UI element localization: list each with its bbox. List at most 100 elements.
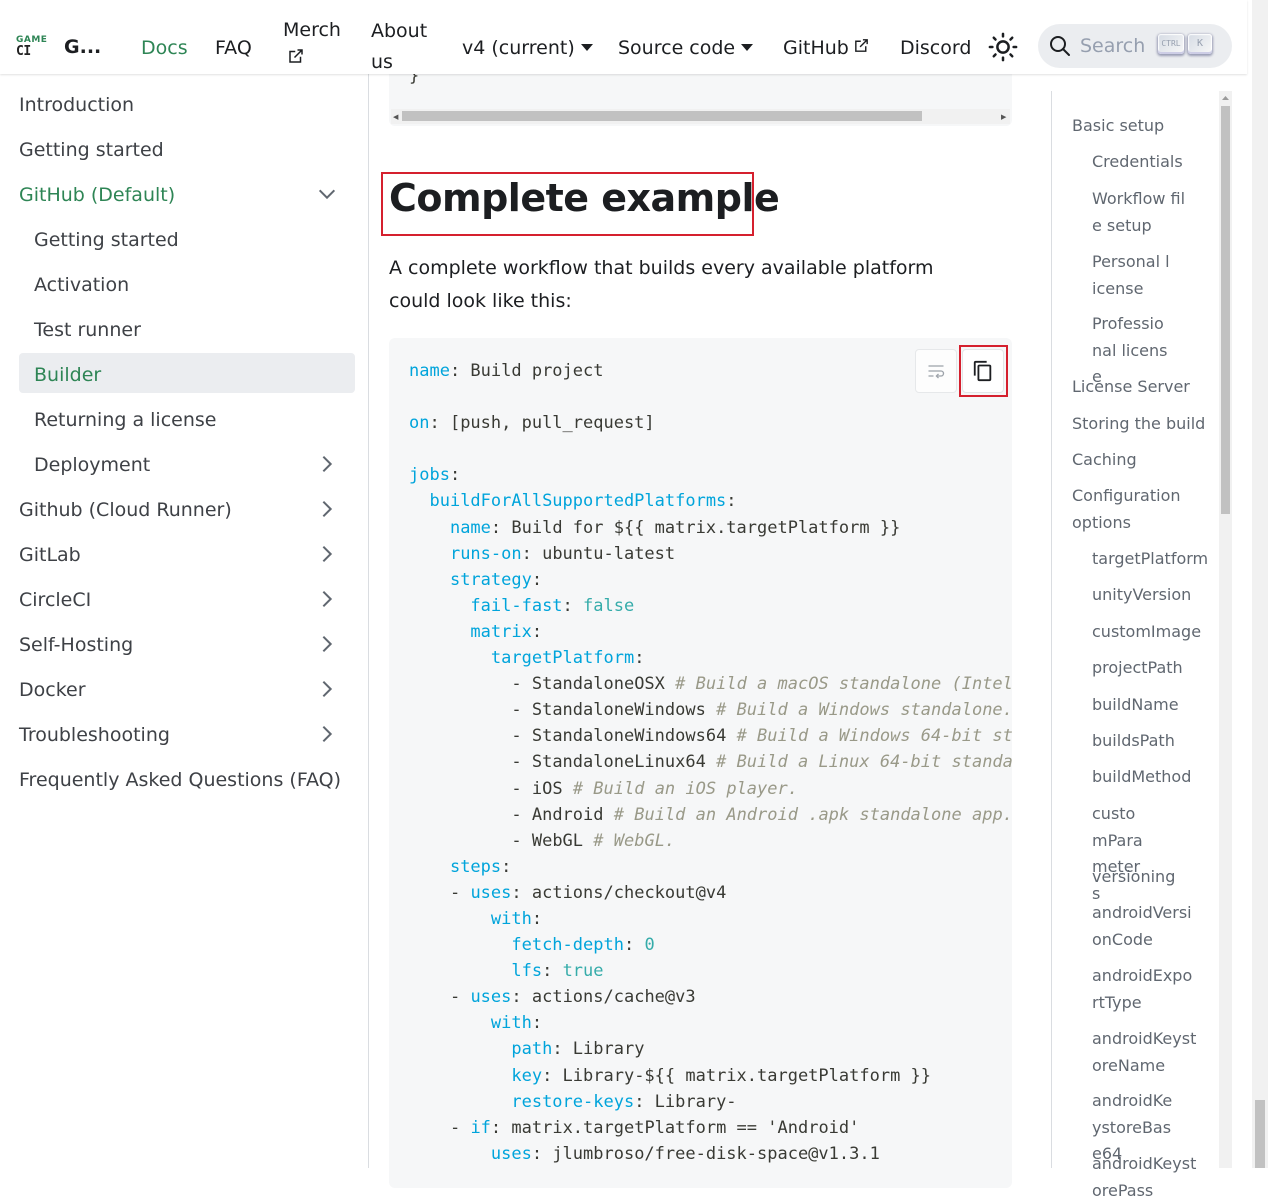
toggle-word-wrap-button[interactable] — [915, 349, 957, 393]
sidebar-item-introduction[interactable]: Introduction — [19, 94, 134, 116]
kbd-ctrl: CTRL — [1158, 34, 1184, 54]
intro-paragraph: A complete workflow that builds every av… — [389, 257, 934, 312]
sidebar-item-github-cloud-runner[interactable]: Github (Cloud Runner) — [19, 499, 232, 521]
toc-item[interactable]: targetPlatform — [1092, 546, 1212, 573]
external-link-icon — [289, 49, 303, 63]
toc-item[interactable]: versioning — [1092, 864, 1212, 891]
toc-item[interactable]: androidExportType — [1092, 963, 1196, 1016]
code-value: : — [634, 648, 645, 669]
docs-sidebar: Introduction Getting started GitHub (Def… — [0, 74, 369, 1168]
code-key: steps — [449, 856, 502, 877]
code-value: : Build for ${{ matrix.targetPlatform }} — [490, 517, 901, 538]
toc-item[interactable]: Basic setup — [1072, 113, 1212, 140]
toc-item[interactable]: customImage — [1092, 619, 1212, 646]
code-line: fail-fast: false — [409, 596, 634, 616]
nav-discord[interactable]: Discord — [900, 37, 971, 59]
sun-icon[interactable] — [988, 32, 1018, 62]
gameci-logo[interactable]: GAME CI — [16, 35, 52, 59]
code-line: - Android # Build an Android .apk standa… — [511, 804, 1012, 825]
brand-title[interactable]: G... — [64, 36, 101, 58]
code-list-item: StandaloneOSX — [531, 674, 665, 695]
sidebar-item-troubleshooting[interactable]: Troubleshooting — [19, 724, 170, 746]
chevron-right-icon[interactable] — [316, 723, 338, 745]
scroll-left-arrow-icon[interactable]: ◀ — [393, 113, 398, 121]
sidebar-item-github-getting-started[interactable]: Getting started — [34, 229, 179, 251]
sidebar-item-self-hosting[interactable]: Self-Hosting — [19, 634, 133, 656]
sidebar-item-deployment[interactable]: Deployment — [34, 454, 150, 476]
logo-text-bottom: CI — [16, 44, 31, 59]
word-wrap-icon — [928, 365, 945, 379]
code-separator: : — [542, 961, 563, 982]
toc-item[interactable]: customParameters — [1092, 801, 1146, 907]
sidebar-item-builder[interactable]: Builder — [34, 364, 101, 386]
sidebar-item-github-default[interactable]: GitHub (Default) — [19, 184, 175, 206]
sidebar-item-gitlab[interactable]: GitLab — [19, 544, 81, 566]
code-literal: true — [562, 961, 604, 982]
page-scrollbar-track[interactable] — [1252, 0, 1268, 1168]
code-line: - if: matrix.targetPlatform == 'Android' — [449, 1117, 860, 1138]
nav-about-us[interactable]: About us — [371, 19, 427, 77]
toc-item[interactable]: Configuration options — [1072, 483, 1182, 536]
code-value: : — [531, 621, 543, 642]
nav-github[interactable]: GitHub — [783, 37, 870, 59]
toc-item[interactable]: Workflow file setup — [1092, 186, 1192, 239]
code-comment: # Build a macOS standalone (Intel 64-bit… — [675, 674, 1012, 695]
search-button[interactable]: Search CTRL K — [1038, 24, 1232, 68]
sidebar-item-returning-license[interactable]: Returning a license — [34, 409, 216, 431]
toc-item[interactable]: buildName — [1092, 692, 1212, 719]
chevron-right-icon[interactable] — [316, 543, 338, 565]
toc-item[interactable]: unityVersion — [1092, 582, 1212, 609]
nav-source-code-dropdown[interactable]: Source code — [618, 37, 754, 59]
code-value: : [push, pull_request] — [429, 413, 655, 434]
toc-item[interactable]: Caching — [1072, 447, 1212, 474]
caret-down-icon — [580, 44, 593, 51]
search-placeholder: Search — [1080, 35, 1146, 57]
toc-item[interactable]: projectPath — [1092, 655, 1212, 682]
sidebar-item-test-runner[interactable]: Test runner — [34, 319, 141, 341]
code-key: fail-fast — [470, 595, 563, 616]
code-line: name: Build for ${{ matrix.targetPlatfor… — [409, 518, 900, 538]
nav-version-dropdown[interactable]: v4 (current) — [462, 37, 593, 59]
code-content[interactable]: name: Build project on: [push, pull_requ… — [409, 358, 1012, 1167]
nav-docs[interactable]: Docs — [141, 37, 188, 59]
toc-item[interactable]: androidKeystoreName — [1092, 1026, 1200, 1079]
toc-item[interactable]: Credentials — [1092, 149, 1212, 176]
toc-item[interactable]: buildsPath — [1092, 728, 1212, 755]
nav-merch[interactable]: Merch — [283, 19, 341, 70]
nav-version-label: v4 (current) — [462, 37, 575, 59]
toc-item[interactable]: Personal license — [1092, 249, 1172, 302]
code-value: : actions/checkout@v4 — [511, 882, 727, 903]
toc-scroll-up-icon[interactable] — [1221, 94, 1230, 102]
toc-item[interactable]: androidKeystorePass — [1092, 1151, 1200, 1204]
chevron-right-icon[interactable] — [316, 633, 338, 655]
sidebar-item-faq[interactable]: Frequently Asked Questions (FAQ) — [19, 769, 341, 791]
sidebar-item-docker[interactable]: Docker — [19, 679, 86, 701]
chevron-right-icon[interactable] — [316, 498, 338, 520]
chevron-right-icon[interactable] — [316, 453, 338, 475]
scroll-right-arrow-icon[interactable]: ▶ — [1001, 113, 1006, 121]
toc-item[interactable]: buildMethod — [1092, 764, 1212, 791]
chevron-right-icon[interactable] — [316, 678, 338, 700]
code-line: - uses: actions/cache@v3 — [449, 987, 696, 1008]
code-line: - StandaloneOSX # Build a macOS standalo… — [409, 674, 1012, 694]
sidebar-item-circleci[interactable]: CircleCI — [19, 589, 91, 611]
code-key: strategy — [449, 569, 532, 590]
code-key: lfs — [511, 961, 543, 982]
sidebar-item-getting-started[interactable]: Getting started — [19, 139, 164, 161]
chevron-right-icon[interactable] — [316, 588, 338, 610]
toc-item[interactable]: Storing the build — [1072, 411, 1212, 438]
horizontal-scrollbar-thumb[interactable] — [402, 111, 922, 121]
code-key: name — [409, 361, 450, 381]
toc-scrollbar-thumb[interactable] — [1221, 106, 1230, 514]
code-list-item: StandaloneLinux64 — [531, 752, 706, 773]
code-key: matrix — [470, 621, 532, 642]
nav-faq[interactable]: FAQ — [215, 37, 252, 59]
toc-item[interactable]: License Server — [1072, 374, 1212, 401]
code-comment: # WebGL. — [593, 830, 676, 851]
page-scrollbar-thumb[interactable] — [1255, 1100, 1265, 1168]
chevron-down-icon[interactable] — [316, 183, 338, 205]
code-line: key: Library-${{ matrix.targetPlatform }… — [409, 1066, 931, 1086]
code-value: : Build project — [449, 361, 604, 381]
toc-item[interactable]: androidVersionCode — [1092, 900, 1196, 953]
sidebar-item-activation[interactable]: Activation — [34, 274, 129, 296]
